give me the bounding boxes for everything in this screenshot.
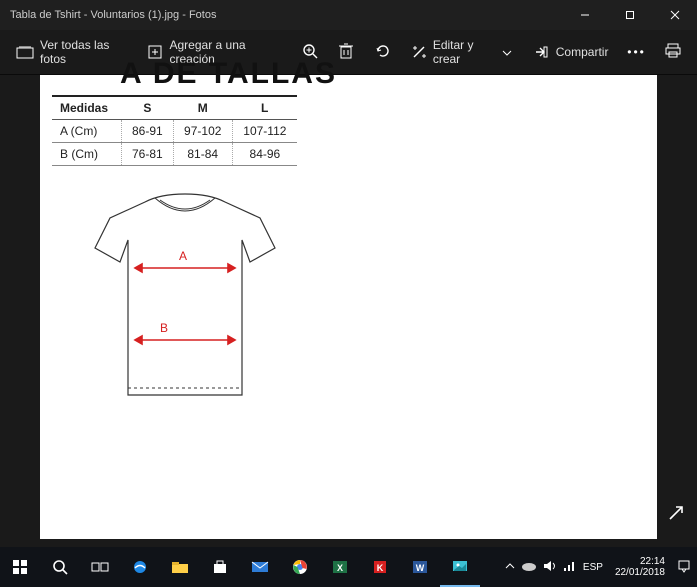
- th-m: M: [173, 96, 232, 120]
- th-medidas: Medidas: [52, 96, 121, 120]
- taskbar-app-edge[interactable]: [120, 547, 160, 587]
- th-s: S: [121, 96, 173, 120]
- size-table: Medidas S M L A (Cm) 86-91 97-102 107-11…: [52, 95, 297, 166]
- taskbar-app-store[interactable]: [200, 547, 240, 587]
- maximize-button[interactable]: [607, 0, 652, 30]
- tray-volume-icon[interactable]: [543, 560, 557, 575]
- taskbar-app-word[interactable]: W: [400, 547, 440, 587]
- expand-diagonal-icon[interactable]: [667, 504, 685, 527]
- titlebar: Tabla de Tshirt - Voluntarios (1).jpg - …: [0, 0, 697, 30]
- taskbar-app-kaspersky[interactable]: K: [360, 547, 400, 587]
- table-row: A (Cm) 86-91 97-102 107-112: [52, 120, 297, 143]
- tray-clock[interactable]: 22:14 22/01/2018: [609, 556, 671, 578]
- photo-canvas[interactable]: A DE TALLAS Medidas S M L A (Cm) 86-91 9…: [40, 75, 657, 539]
- close-button[interactable]: [652, 0, 697, 30]
- tray-chevron-up-icon[interactable]: [505, 562, 515, 573]
- print-icon: [664, 43, 682, 62]
- search-button[interactable]: [40, 547, 80, 587]
- th-l: L: [232, 96, 297, 120]
- window-title: Tabla de Tshirt - Voluntarios (1).jpg - …: [10, 9, 562, 21]
- minimize-button[interactable]: [562, 0, 607, 30]
- document-heading: A DE TALLAS: [40, 57, 657, 95]
- tshirt-diagram: A B: [90, 190, 657, 415]
- taskbar-app-photos[interactable]: [440, 547, 480, 587]
- start-button[interactable]: [0, 547, 40, 587]
- svg-text:W: W: [416, 563, 425, 573]
- window-buttons: [562, 0, 697, 30]
- taskbar-app-chrome[interactable]: [280, 547, 320, 587]
- svg-text:K: K: [377, 563, 384, 573]
- taskbar-app-mail[interactable]: [240, 547, 280, 587]
- taskview-button[interactable]: [80, 547, 120, 587]
- tray-onedrive-icon[interactable]: [521, 561, 537, 574]
- svg-text:X: X: [337, 563, 343, 573]
- tray-notifications-icon[interactable]: [677, 559, 691, 576]
- tray-time: 22:14: [615, 556, 665, 567]
- arrow-a-label: A: [179, 249, 187, 263]
- table-header-row: Medidas S M L: [52, 96, 297, 120]
- taskbar-app-explorer[interactable]: [160, 547, 200, 587]
- tray-network-icon[interactable]: [563, 560, 577, 575]
- tray-date: 22/01/2018: [615, 567, 665, 578]
- tray-language[interactable]: ESP: [583, 562, 603, 573]
- arrow-b-label: B: [160, 321, 168, 335]
- taskbar: X K W ESP 22:14 22/01/2018: [0, 547, 697, 587]
- collection-icon: [16, 43, 34, 61]
- print-button[interactable]: [655, 32, 691, 72]
- table-row: B (Cm) 76-81 81-84 84-96: [52, 143, 297, 166]
- system-tray: ESP 22:14 22/01/2018: [505, 556, 697, 578]
- taskbar-app-excel[interactable]: X: [320, 547, 360, 587]
